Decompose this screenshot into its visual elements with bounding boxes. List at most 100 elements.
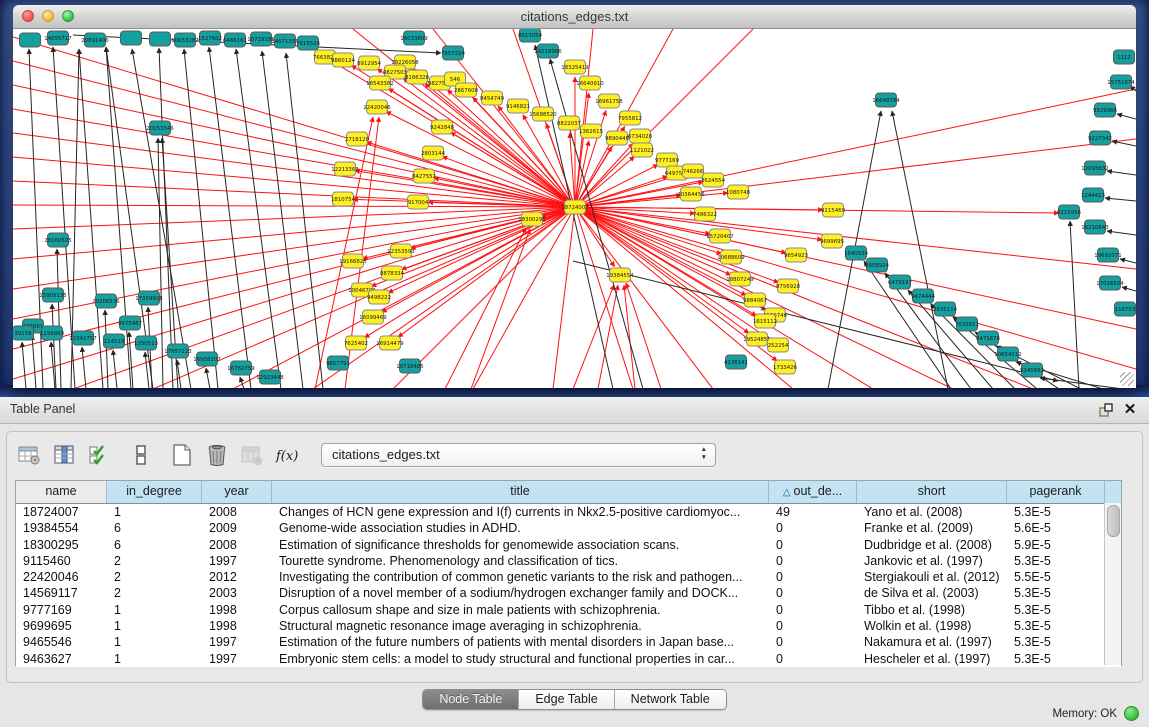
table-row[interactable]: 1456911722003Disruption of a novel membe… — [16, 585, 1121, 601]
graph-edge[interactable] — [575, 207, 746, 295]
table-cell[interactable]: de Silva et al. (2003) — [857, 585, 1007, 601]
memory-status-indicator[interactable] — [1124, 706, 1139, 721]
tab-node-table[interactable]: Node Table — [423, 690, 519, 709]
table-cell[interactable]: 9115460 — [16, 553, 107, 569]
graph-node[interactable] — [150, 32, 171, 46]
table-row[interactable]: 946554611997Estimation of the future num… — [16, 634, 1121, 650]
table-cell[interactable]: Changes of HCN gene expression and I(f) … — [272, 504, 769, 520]
column-header[interactable]: name — [16, 481, 107, 503]
graph-edge[interactable] — [553, 207, 575, 388]
table-selector-dropdown[interactable]: citations_edges.txt ▲▼ — [321, 443, 716, 467]
graph-edge[interactable] — [626, 283, 661, 388]
graph-edge[interactable] — [1107, 231, 1136, 235]
table-cell[interactable]: 1 — [107, 602, 202, 618]
graph-edge[interactable] — [82, 347, 86, 388]
table-cell[interactable]: 5.5E-5 — [1007, 569, 1105, 585]
graph-edge[interactable] — [158, 138, 163, 388]
graph-node[interactable] — [20, 33, 41, 47]
graph-edge[interactable] — [1105, 198, 1136, 201]
float-panel-button[interactable] — [1097, 401, 1115, 419]
table-cell[interactable]: Yano et al. (2008) — [857, 504, 1007, 520]
table-cell[interactable]: 0 — [769, 520, 857, 536]
graph-edge[interactable] — [1107, 171, 1136, 175]
column-header[interactable]: △out_de... — [769, 481, 857, 503]
table-row[interactable]: 2242004622012Investigating the contribut… — [16, 569, 1121, 585]
table-cell[interactable]: 9699695 — [16, 618, 107, 634]
table-cell[interactable]: Tourette syndrome. Phenomenology and cla… — [272, 553, 769, 569]
table-cell[interactable]: Estimation of the future numbers of pati… — [272, 634, 769, 650]
graph-edge[interactable] — [313, 207, 575, 388]
table-row[interactable]: 911546021997Tourette syndrome. Phenomeno… — [16, 553, 1121, 569]
table-cell[interactable]: 5.3E-5 — [1007, 553, 1105, 569]
unselect-all-icon[interactable] — [128, 443, 154, 467]
column-header[interactable]: title — [272, 481, 769, 503]
table-cell[interactable]: 2003 — [202, 585, 272, 601]
table-cell[interactable]: Investigating the contribution of common… — [272, 569, 769, 585]
table-cell[interactable]: 1 — [107, 634, 202, 650]
table-cell[interactable]: Franke et al. (2009) — [857, 520, 1007, 536]
graph-edge[interactable] — [445, 228, 526, 388]
table-cell[interactable]: Hescheler et al. (1997) — [857, 651, 1007, 667]
table-cell[interactable]: 2008 — [202, 504, 272, 520]
table-cell[interactable]: 0 — [769, 553, 857, 569]
graph-edge[interactable] — [1117, 114, 1136, 119]
graph-edge[interactable] — [13, 207, 575, 289]
graph-edge[interactable] — [13, 207, 575, 229]
column-header[interactable]: pagerank — [1007, 481, 1105, 503]
table-cell[interactable]: 6 — [107, 537, 202, 553]
graph-edge[interactable] — [1112, 141, 1136, 146]
table-cell[interactable]: 1 — [107, 618, 202, 634]
table-cell[interactable]: 2008 — [202, 537, 272, 553]
close-panel-button[interactable]: ✕ — [1121, 401, 1139, 419]
table-cell[interactable]: Stergiakouli et al. (2012) — [857, 569, 1007, 585]
column-header[interactable]: short — [857, 481, 1007, 503]
graph-edge[interactable] — [401, 207, 575, 270]
table-cell[interactable]: Genome-wide association studies in ADHD. — [272, 520, 769, 536]
column-header[interactable]: year — [202, 481, 272, 503]
table-cell[interactable]: Nakamura et al. (1997) — [857, 634, 1007, 650]
window-resize-grip[interactable] — [1120, 372, 1134, 386]
table-cell[interactable]: 2 — [107, 553, 202, 569]
table-cell[interactable]: 1998 — [202, 602, 272, 618]
table-row[interactable]: 969969511998Structural magnetic resonanc… — [16, 618, 1121, 634]
graph-edge[interactable] — [105, 310, 108, 388]
tab-network-table[interactable]: Network Table — [615, 690, 726, 709]
table-cell[interactable]: Tibbo et al. (1998) — [857, 602, 1007, 618]
table-cell[interactable]: 2012 — [202, 569, 272, 585]
table-cell[interactable]: 19384554 — [16, 520, 107, 536]
table-row[interactable]: 1938455462009Genome-wide association stu… — [16, 520, 1121, 536]
table-cell[interactable]: 5.3E-5 — [1007, 585, 1105, 601]
table-cell[interactable]: 1997 — [202, 651, 272, 667]
table-settings-icon[interactable] — [17, 443, 43, 467]
table-cell[interactable]: Dudbridge et al. (2008) — [857, 537, 1007, 553]
graph-edge[interactable] — [206, 368, 210, 388]
table-cell[interactable]: Estimation of significance thresholds fo… — [272, 537, 769, 553]
table-cell[interactable]: 5.3E-5 — [1007, 602, 1105, 618]
network-canvas[interactable]: 1405571720691406106532871527602646616110… — [13, 29, 1136, 388]
graph-edge[interactable] — [388, 207, 575, 293]
table-cell[interactable]: 22420046 — [16, 569, 107, 585]
table-cell[interactable]: 5.3E-5 — [1007, 651, 1105, 667]
table-cell[interactable]: 5.3E-5 — [1007, 618, 1105, 634]
graph-edge[interactable] — [1070, 221, 1079, 388]
graph-edge[interactable] — [286, 53, 323, 388]
table-cell[interactable]: 0 — [769, 634, 857, 650]
table-cell[interactable]: 1997 — [202, 634, 272, 650]
table-cell[interactable]: 1 — [107, 651, 202, 667]
graph-edge[interactable] — [22, 342, 26, 388]
table-cell[interactable]: 1997 — [202, 553, 272, 569]
tab-edge-table[interactable]: Edge Table — [519, 690, 614, 709]
table-cell[interactable]: 0 — [769, 651, 857, 667]
table-cell[interactable]: 6 — [107, 520, 202, 536]
table-cell[interactable]: 1 — [107, 504, 202, 520]
table-cell[interactable]: 1998 — [202, 618, 272, 634]
table-cell[interactable]: 2 — [107, 585, 202, 601]
select-all-icon[interactable] — [87, 443, 113, 467]
graph-edge[interactable] — [575, 207, 1136, 369]
graph-edge[interactable] — [1120, 259, 1136, 263]
table-row[interactable]: 977716911998Corpus callosum shape and si… — [16, 602, 1121, 618]
table-cell[interactable]: 5.6E-5 — [1007, 520, 1105, 536]
table-cell[interactable]: 0 — [769, 537, 857, 553]
show-column-icon[interactable] — [52, 443, 78, 467]
graph-edge[interactable] — [184, 49, 218, 388]
